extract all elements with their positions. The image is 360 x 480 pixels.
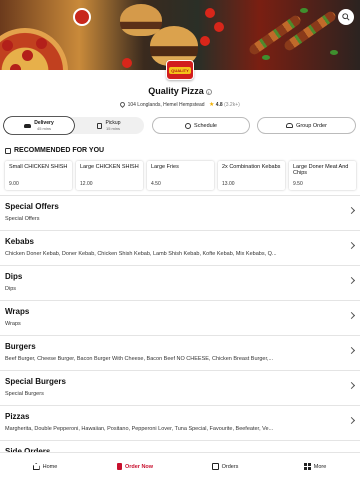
category-name: Burgers	[5, 342, 36, 351]
nav-orders[interactable]: Orders	[180, 453, 270, 480]
recommended-item[interactable]: Large CHICKEN SHISH 12.00	[76, 161, 143, 190]
search-button[interactable]	[338, 9, 354, 25]
category-name: Special Offers	[5, 202, 59, 211]
kebab-skewer-image	[282, 9, 338, 53]
pickup-time: 15 mins	[105, 125, 120, 131]
tomato-image	[200, 36, 210, 46]
recommended-header: RECOMMENDED FOR YOU	[5, 147, 104, 154]
rating-count: (3.2k+)	[224, 101, 240, 108]
category-description: Special Offers	[5, 216, 40, 222]
category-description: Wraps	[5, 321, 21, 327]
category-description: Chicken Doner Kebab, Doner Kebab, Chicke…	[5, 251, 277, 257]
chevron-right-icon	[347, 276, 356, 285]
category-description: Dips	[5, 286, 17, 292]
herb-image	[330, 50, 338, 55]
delivery-option[interactable]: Delivery 45 mins	[4, 117, 74, 134]
chevron-right-icon	[347, 381, 356, 390]
restaurant-name: Quality Pizza	[148, 86, 204, 96]
clock-icon	[185, 122, 192, 129]
pizza-image	[0, 28, 68, 70]
category-dips[interactable]: Dips Dips	[0, 265, 360, 300]
delivery-pickup-toggle: Delivery 45 mins Pickup 15 mins	[4, 117, 144, 134]
category-special-burgers[interactable]: Special Burgers Special Burgers	[0, 370, 360, 405]
recommended-carousel[interactable]: Small CHICKEN SHISH 9.00 Large CHICKEN S…	[5, 161, 360, 190]
thumbs-up-icon	[5, 147, 11, 154]
recommended-item[interactable]: 2x Combination Kebabs 13.00	[218, 161, 285, 190]
star-icon: ★	[208, 102, 215, 108]
category-description: Margherita, Double Pepperoni, Hawaiian, …	[5, 426, 274, 432]
restaurant-address: 104 Longlands, Hemel Hempstead	[127, 101, 205, 108]
car-icon	[24, 123, 32, 128]
category-name: Dips	[5, 272, 23, 281]
orders-list-icon	[211, 463, 219, 470]
restaurant-menu-page: QUALITY Quality Pizza i 104 Longlands, He…	[0, 0, 360, 480]
category-description: Special Burgers	[5, 391, 44, 397]
recommended-item[interactable]: Small CHICKEN SHISH 9.00	[5, 161, 72, 190]
chevron-right-icon	[347, 311, 356, 320]
pickup-label: Pickup	[105, 119, 121, 126]
tomato-image	[122, 58, 132, 68]
herb-image	[300, 8, 308, 13]
schedule-button[interactable]: Schedule	[152, 117, 250, 134]
restaurant-title: Quality Pizza i	[0, 86, 360, 96]
search-icon	[342, 13, 350, 21]
delivery-label: Delivery	[34, 119, 54, 126]
delivery-time: 45 mins	[36, 125, 51, 131]
chevron-right-icon	[347, 346, 356, 355]
herb-image	[262, 55, 270, 60]
category-name: Wraps	[5, 307, 30, 316]
category-wraps[interactable]: Wraps Wraps	[0, 300, 360, 335]
recommended-item[interactable]: Large Fries 4.50	[147, 161, 214, 190]
category-burgers[interactable]: Burgers Beef Burger, Cheese Burger, Baco…	[0, 335, 360, 370]
category-name: Special Burgers	[5, 377, 66, 386]
category-name: Kebabs	[5, 237, 34, 246]
tomato-image	[214, 22, 224, 32]
location-pin-icon	[119, 100, 127, 109]
category-kebabs[interactable]: Kebabs Chicken Doner Kebab, Doner Kebab,…	[0, 230, 360, 265]
bag-icon	[97, 122, 103, 129]
more-grid-icon	[303, 463, 311, 470]
nav-order-now[interactable]: Order Now	[90, 453, 180, 480]
category-name: Pizzas	[5, 412, 30, 421]
rating-value: 4.8	[215, 101, 223, 108]
group-order-button[interactable]: Group Order	[257, 117, 356, 134]
home-icon	[32, 463, 40, 470]
schedule-label: Schedule	[194, 122, 217, 129]
category-description: Beef Burger, Cheese Burger, Bacon Burger…	[5, 356, 274, 362]
nav-more[interactable]: More	[270, 453, 360, 480]
sauce-bowl-image	[73, 8, 91, 26]
restaurant-logo: QUALITY	[166, 60, 194, 80]
group-order-label: Group Order	[296, 122, 327, 129]
category-special-offers[interactable]: Special Offers Special Offers	[0, 195, 360, 230]
tomato-image	[205, 8, 215, 18]
people-icon	[286, 123, 294, 128]
chevron-right-icon	[347, 206, 356, 215]
info-icon[interactable]: i	[205, 88, 212, 95]
chevron-right-icon	[347, 241, 356, 250]
category-pizzas[interactable]: Pizzas Margherita, Double Pepperoni, Haw…	[0, 405, 360, 440]
nav-home[interactable]: Home	[0, 453, 90, 480]
order-icon	[116, 463, 122, 470]
recommended-item[interactable]: Large Doner Meat And Chips 9.50	[289, 161, 356, 190]
pickup-option[interactable]: Pickup 15 mins	[74, 117, 144, 134]
restaurant-meta: 104 Longlands, Hemel Hempstead ★ 4.8 (3.…	[0, 100, 360, 109]
bottom-navigation: Home Order Now Orders More	[0, 452, 360, 480]
chevron-right-icon	[347, 416, 356, 425]
